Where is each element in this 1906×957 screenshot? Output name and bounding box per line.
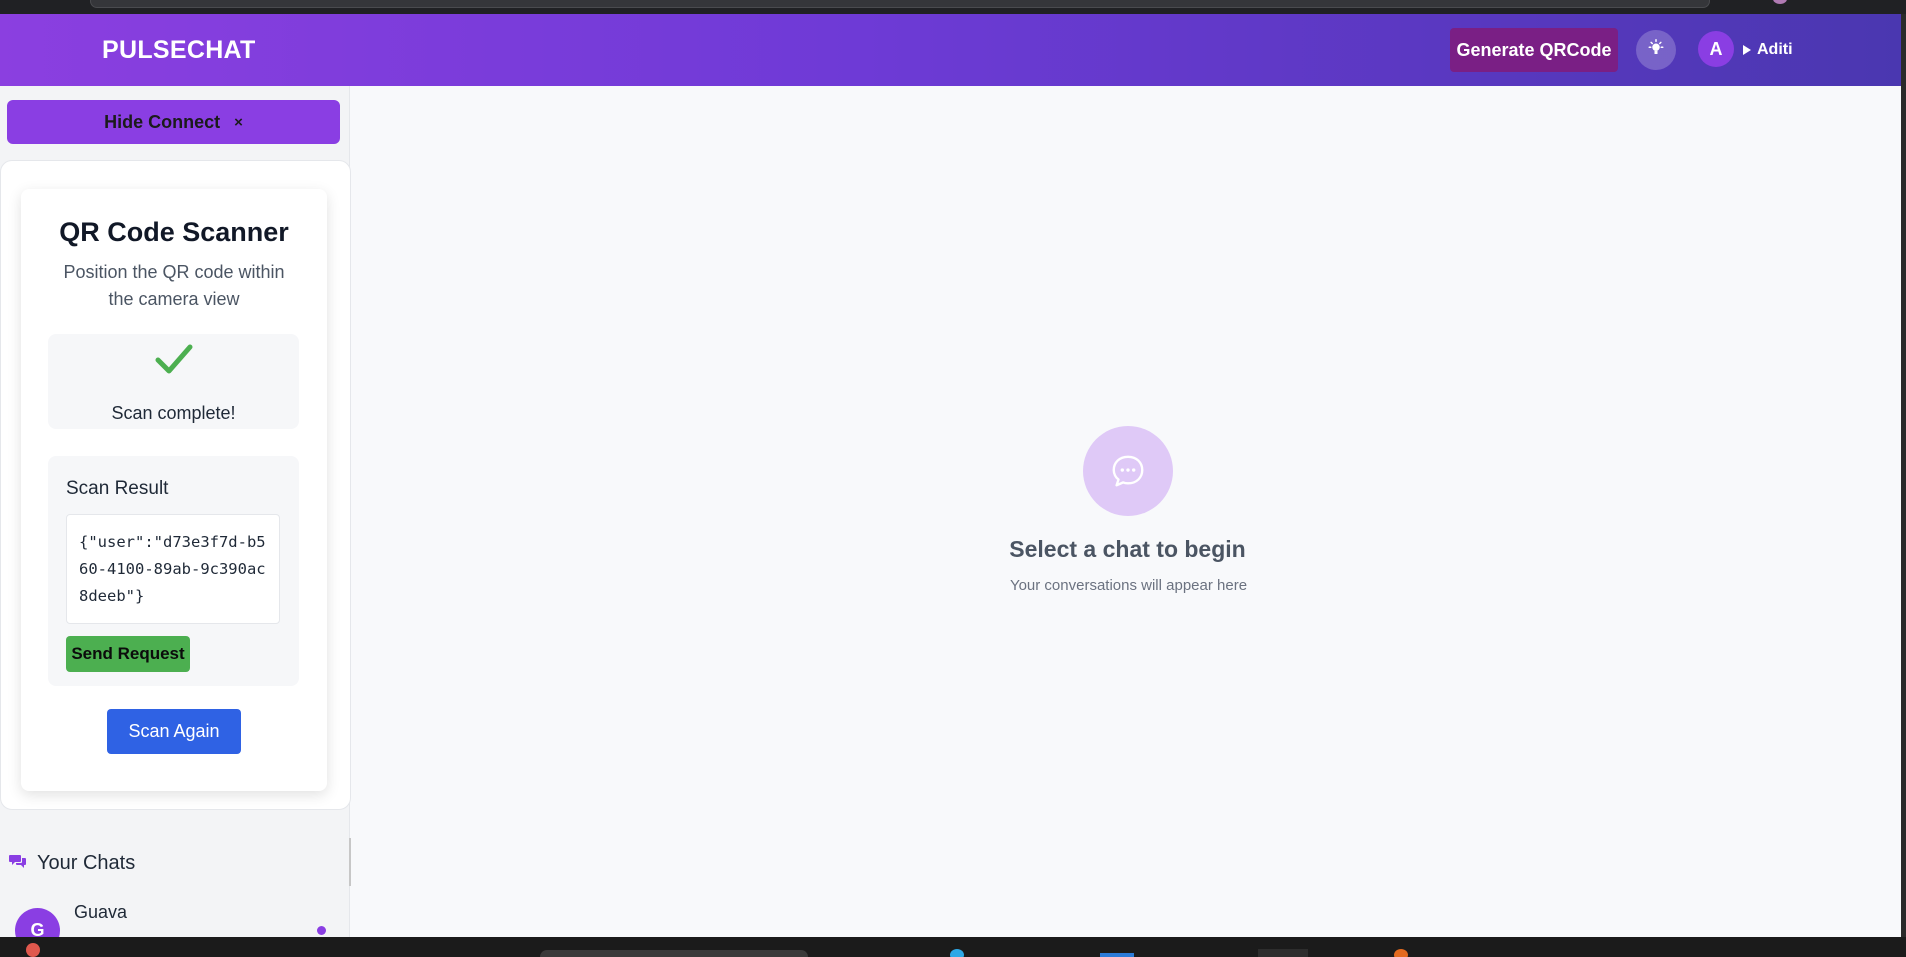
browser-profile-icon[interactable] — [1773, 0, 1787, 4]
scan-status-box: Scan complete! — [48, 334, 299, 429]
chat-bubbles-icon — [9, 852, 27, 875]
chat-bubble-icon — [1083, 426, 1173, 516]
scanner-title: QR Code Scanner — [59, 217, 289, 247]
hide-connect-label: Hide Connect — [104, 111, 221, 132]
theme-toggle-button[interactable] — [1636, 30, 1676, 70]
close-icon: × — [234, 113, 243, 131]
checkmark-icon — [154, 342, 194, 381]
scanner-subtitle: Position the QR code within the camera v… — [63, 262, 285, 309]
browser-address-bar[interactable] — [90, 0, 1710, 8]
taskbar-app-icon[interactable] — [26, 943, 40, 957]
taskbar-app-icon[interactable] — [950, 949, 964, 957]
brand-logo[interactable]: PULSECHAT — [102, 36, 256, 65]
lightbulb-icon — [1647, 38, 1665, 62]
taskbar-app-icon[interactable] — [1258, 949, 1308, 957]
chat-name: Guava — [74, 902, 128, 922]
send-request-button[interactable]: Send Request — [66, 636, 190, 672]
unread-indicator — [317, 926, 326, 935]
your-chats-label: Your Chats — [37, 852, 136, 874]
user-avatar[interactable]: A — [1698, 31, 1734, 67]
window-edge — [1901, 14, 1906, 937]
app-viewport: PULSECHAT Generate QRCode A Aditi Hide C… — [0, 14, 1906, 937]
user-menu[interactable]: Aditi — [1743, 41, 1793, 59]
scan-again-button[interactable]: Scan Again — [107, 709, 241, 754]
taskbar-app-icon[interactable] — [1100, 953, 1134, 957]
scan-result-title: Scan Result — [66, 478, 169, 499]
empty-state-subtitle: Your conversations will appear here — [1009, 577, 1248, 594]
sidebar: Hide Connect × QR Code Scanner Position … — [0, 86, 352, 937]
chat-list-item[interactable]: G Guava — [0, 894, 349, 937]
chat-main-area: Select a chat to begin Your conversation… — [351, 86, 1906, 937]
app-header: PULSECHAT Generate QRCode A Aditi — [0, 14, 1906, 86]
os-taskbar — [0, 937, 1906, 957]
generate-qrcode-button[interactable]: Generate QRCode — [1450, 28, 1618, 72]
your-chats-heading: Your Chats — [9, 852, 135, 875]
chat-avatar: G — [15, 908, 60, 937]
taskbar-app-icon[interactable] — [1394, 949, 1408, 957]
qr-scanner-card: QR Code Scanner Position the QR code wit… — [21, 189, 327, 791]
username-label: Aditi — [1757, 41, 1793, 58]
empty-state-title: Select a chat to begin — [1009, 536, 1246, 562]
scan-result-box: Scan Result {"user":"d73e3f7d-b560-4100-… — [48, 456, 299, 686]
scan-result-value[interactable]: {"user":"d73e3f7d-b560-4100-89ab-9c390ac… — [66, 514, 280, 624]
taskbar-search-box[interactable] — [540, 950, 808, 957]
connect-panel: QR Code Scanner Position the QR code wit… — [0, 160, 351, 810]
browser-chrome — [0, 0, 1906, 14]
caret-right-icon — [1743, 45, 1751, 55]
hide-connect-button[interactable]: Hide Connect × — [7, 100, 340, 144]
scan-status-text: Scan complete! — [111, 403, 236, 423]
